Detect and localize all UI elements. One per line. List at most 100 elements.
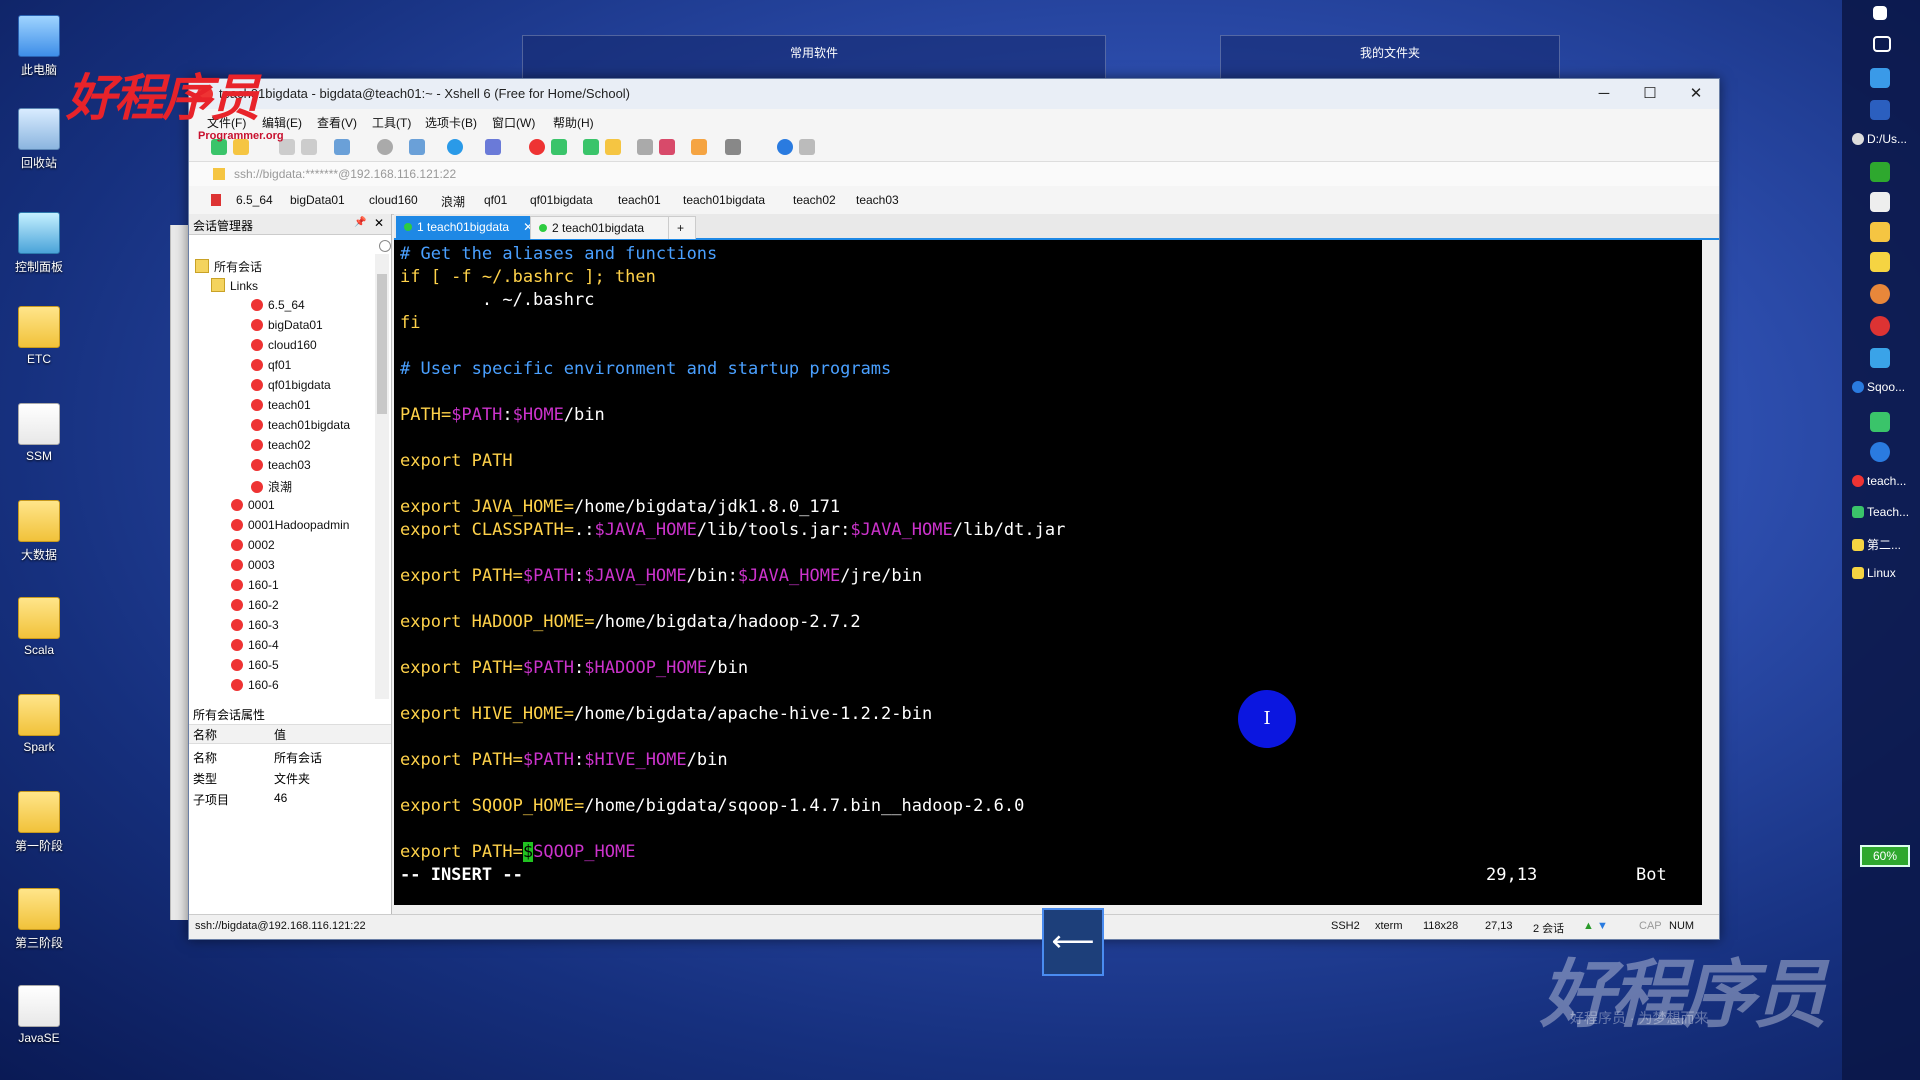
- tree-session[interactable]: cloud160: [251, 338, 317, 352]
- font-icon[interactable]: [485, 139, 501, 155]
- app-icon[interactable]: [1870, 68, 1890, 88]
- disconnect-icon[interactable]: [301, 139, 317, 155]
- tree-session[interactable]: 浪潮: [251, 478, 292, 495]
- notes-icon[interactable]: [1870, 222, 1890, 242]
- desktop-icon-spark[interactable]: Spark: [10, 694, 68, 754]
- tree-session[interactable]: 160-6: [231, 678, 279, 692]
- sticky-icon[interactable]: [1870, 252, 1890, 272]
- tree-scrollbar[interactable]: [375, 254, 389, 699]
- tree-session[interactable]: 160-5: [231, 658, 279, 672]
- new-tab-button[interactable]: +: [668, 216, 696, 239]
- menu-help[interactable]: 帮助(H): [553, 114, 594, 131]
- link-item[interactable]: 浪潮: [441, 193, 465, 210]
- tab-session-1[interactable]: 1 teach01bigdata ✕: [396, 216, 542, 238]
- desktop-icon-javase[interactable]: JavaSE: [10, 985, 68, 1045]
- help-icon[interactable]: [777, 139, 793, 155]
- fullscreen-icon[interactable]: [583, 139, 599, 155]
- menu-window[interactable]: 窗口(W): [492, 114, 535, 131]
- taskbar-item[interactable]: D:/Us...: [1852, 132, 1920, 146]
- tree-session[interactable]: teach02: [251, 438, 311, 452]
- window-layout-icon[interactable]: [725, 139, 741, 155]
- properties-icon[interactable]: [334, 139, 350, 155]
- back-button[interactable]: ⟵: [1042, 908, 1104, 976]
- tree-session[interactable]: 0001Hadoopadmin: [231, 518, 349, 532]
- tree-session[interactable]: qf01: [251, 358, 291, 372]
- close-button[interactable]: ✕: [1675, 83, 1717, 105]
- app-icon[interactable]: [1870, 162, 1890, 182]
- tree-session[interactable]: teach01: [251, 398, 311, 412]
- desktop-icon-this-pc[interactable]: 此电脑: [10, 15, 68, 78]
- tree-session[interactable]: 0001: [231, 498, 275, 512]
- taskbar-item[interactable]: Sqoo...: [1852, 380, 1920, 394]
- link-item[interactable]: qf01bigdata: [530, 193, 593, 207]
- chat-icon[interactable]: [799, 139, 815, 155]
- desktop-icon-ssm[interactable]: SSM: [10, 403, 68, 463]
- tree-session[interactable]: 0003: [231, 558, 275, 572]
- tree-session[interactable]: 160-2: [231, 598, 279, 612]
- taskbar-item[interactable]: Linux: [1852, 566, 1920, 580]
- menu-tools[interactable]: 工具(T): [372, 114, 411, 131]
- desktop-widget-common-software[interactable]: 常用软件: [522, 35, 1106, 79]
- search-icon[interactable]: [379, 240, 391, 252]
- address-bar[interactable]: ssh://bigdata:*******@192.168.116.121:22: [189, 162, 1719, 187]
- tree-session[interactable]: 6.5_64: [251, 298, 305, 312]
- word-icon[interactable]: [1870, 100, 1890, 120]
- desktop-icon-recycle-bin[interactable]: 回收站: [10, 108, 68, 171]
- tree-root[interactable]: 所有会话: [195, 258, 262, 275]
- battery-indicator[interactable]: 60%: [1860, 845, 1910, 867]
- minimize-button[interactable]: ─: [1583, 83, 1625, 105]
- terminal[interactable]: # Get the aliases and functions if [ -f …: [394, 240, 1702, 905]
- windows-start-icon[interactable]: [1873, 6, 1887, 20]
- terminal-scrollbar[interactable]: [1702, 240, 1719, 905]
- tree-session[interactable]: 0002: [231, 538, 275, 552]
- link-item[interactable]: teach03: [856, 193, 899, 207]
- desktop-icon-stage-one[interactable]: 第一阶段: [10, 791, 68, 854]
- taskbar-item[interactable]: teach...: [1852, 474, 1920, 488]
- link-item[interactable]: teach01: [618, 193, 661, 207]
- lock-icon[interactable]: [605, 139, 621, 155]
- tree-folder-links[interactable]: Links: [211, 278, 258, 293]
- maximize-button[interactable]: ☐: [1629, 83, 1671, 105]
- transfer-icon[interactable]: [691, 139, 707, 155]
- tree-session[interactable]: qf01bigdata: [251, 378, 331, 392]
- desktop-icon-scala[interactable]: Scala: [10, 597, 68, 657]
- xftp-icon[interactable]: [551, 139, 567, 155]
- app-icon[interactable]: [1870, 192, 1890, 212]
- link-item[interactable]: teach02: [793, 193, 836, 207]
- desktop-icon-control-panel[interactable]: 控制面板: [10, 212, 68, 275]
- desktop-icon-bigdata[interactable]: 大数据: [10, 500, 68, 563]
- browser-icon[interactable]: [1870, 442, 1890, 462]
- tab-session-2[interactable]: 2 teach01bigdata: [530, 216, 678, 239]
- link-item[interactable]: bigData01: [290, 193, 345, 207]
- tree-session[interactable]: teach03: [251, 458, 311, 472]
- tree-session[interactable]: 160-4: [231, 638, 279, 652]
- tree-session[interactable]: 160-3: [231, 618, 279, 632]
- link-item[interactable]: 6.5_64: [236, 193, 273, 207]
- task-view-icon[interactable]: [1873, 36, 1891, 52]
- scrollbar-thumb[interactable]: [377, 274, 387, 414]
- link-item[interactable]: teach01bigdata: [683, 193, 765, 207]
- menu-tabs[interactable]: 选项卡(B): [425, 114, 477, 131]
- app-icon[interactable]: [1870, 284, 1890, 304]
- xshell-logo-icon[interactable]: [529, 139, 545, 155]
- globe-icon[interactable]: [447, 139, 463, 155]
- close-icon[interactable]: ✕: [374, 216, 384, 230]
- menu-view[interactable]: 查看(V): [317, 114, 357, 131]
- title-bar[interactable]: teach01bigdata - bigdata@teach01:~ - Xsh…: [189, 79, 1719, 109]
- script-icon[interactable]: [659, 139, 675, 155]
- search-icon[interactable]: [377, 139, 393, 155]
- tree-session[interactable]: teach01bigdata: [251, 418, 350, 432]
- play-icon[interactable]: [1870, 412, 1890, 432]
- taskbar-item[interactable]: Teach...: [1852, 505, 1920, 519]
- pin-icon[interactable]: 📌: [354, 217, 366, 228]
- taskbar-item[interactable]: 第二...: [1852, 536, 1920, 553]
- menu-edit[interactable]: 编辑(E): [262, 114, 302, 131]
- tree-session[interactable]: bigData01: [251, 318, 323, 332]
- desktop-icon-stage-three[interactable]: 第三阶段: [10, 888, 68, 951]
- desktop-icon-etc[interactable]: ETC: [10, 306, 68, 366]
- keyboard-icon[interactable]: [637, 139, 653, 155]
- desktop-widget-my-folders[interactable]: 我的文件夹: [1220, 35, 1560, 79]
- chrome-icon[interactable]: [1870, 316, 1890, 336]
- layout-icon[interactable]: [409, 139, 425, 155]
- tree-session[interactable]: 160-1: [231, 578, 279, 592]
